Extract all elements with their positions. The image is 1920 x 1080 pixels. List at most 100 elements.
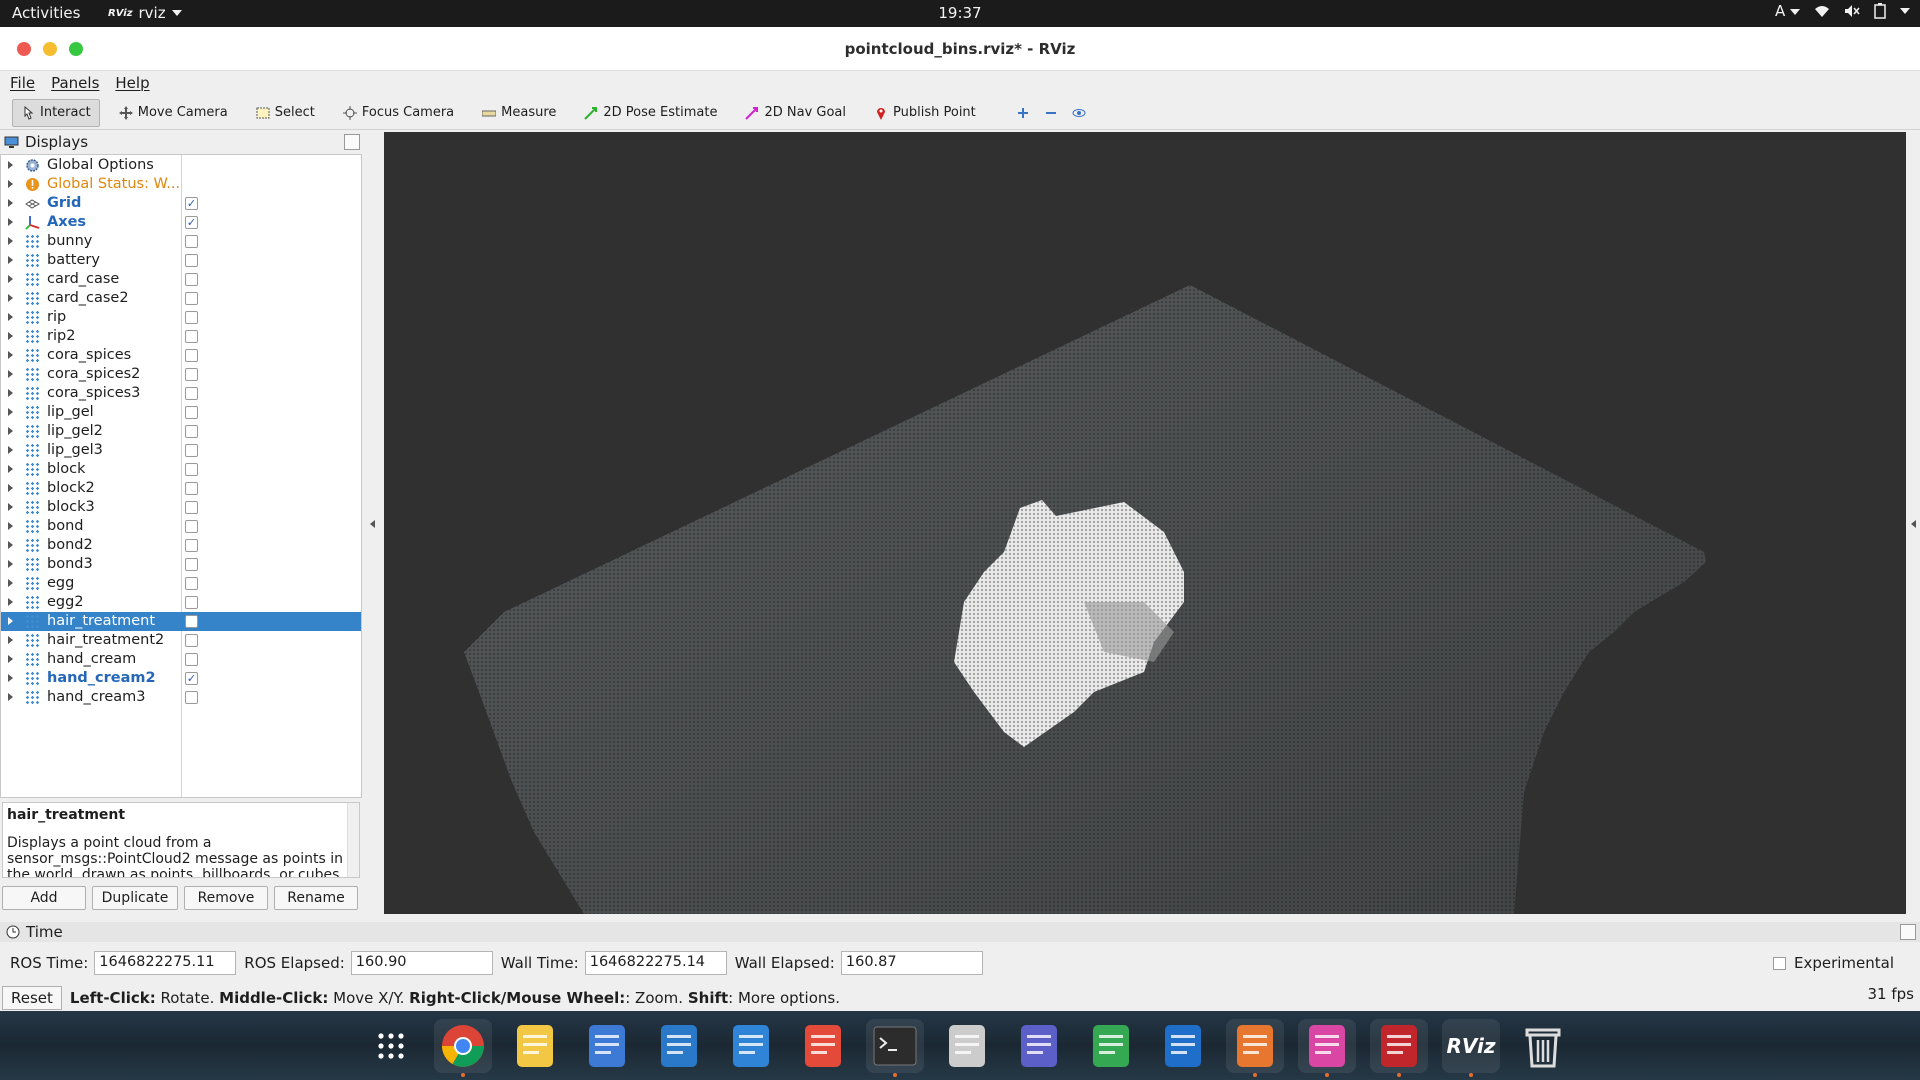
- display-item-block2[interactable]: block2: [1, 479, 361, 498]
- display-item-cora-spices2[interactable]: cora_spices2: [1, 365, 361, 384]
- expand-arrow-icon[interactable]: [8, 218, 13, 226]
- screen-recorder-icon[interactable]: [1370, 1019, 1428, 1077]
- display-enable-checkbox[interactable]: [185, 273, 198, 286]
- expand-arrow-icon[interactable]: [8, 313, 13, 321]
- measure-tool-button[interactable]: Measure: [473, 99, 565, 127]
- pose-estimate-tool-button[interactable]: 2D Pose Estimate: [575, 99, 726, 127]
- display-item-axes[interactable]: Axes ✓: [1, 213, 361, 232]
- float-panel-button[interactable]: [344, 134, 360, 150]
- display-item-card-case2[interactable]: card_case2: [1, 289, 361, 308]
- expand-arrow-icon[interactable]: [8, 636, 13, 644]
- display-enable-checkbox[interactable]: [185, 577, 198, 590]
- display-enable-checkbox[interactable]: [185, 691, 198, 704]
- display-item-global-status-w-[interactable]: Global Status: W...: [1, 175, 361, 194]
- display-item-cora-spices3[interactable]: cora_spices3: [1, 384, 361, 403]
- display-enable-checkbox[interactable]: [185, 235, 198, 248]
- reset-button[interactable]: Reset: [2, 986, 62, 1010]
- inkscape-icon[interactable]: [938, 1019, 996, 1073]
- system-tray[interactable]: A: [1775, 2, 1910, 20]
- display-item-hair-treatment[interactable]: hair_treatment: [1, 612, 361, 631]
- expand-arrow-icon[interactable]: [8, 199, 13, 207]
- clock[interactable]: 19:37: [0, 4, 1920, 22]
- display-item-bond2[interactable]: bond2: [1, 536, 361, 555]
- impress-icon[interactable]: [1226, 1019, 1284, 1077]
- expand-arrow-icon[interactable]: [8, 674, 13, 682]
- display-enable-checkbox[interactable]: [185, 463, 198, 476]
- display-enable-checkbox[interactable]: [185, 292, 198, 305]
- display-enable-checkbox[interactable]: [185, 311, 198, 324]
- display-enable-checkbox[interactable]: [185, 596, 198, 609]
- display-enable-checkbox[interactable]: [185, 634, 198, 647]
- expand-arrow-icon[interactable]: [8, 598, 13, 606]
- expand-arrow-icon[interactable]: [8, 446, 13, 454]
- display-enable-checkbox[interactable]: [185, 254, 198, 267]
- display-item-lip-gel2[interactable]: lip_gel2: [1, 422, 361, 441]
- ros-elapsed-field[interactable]: 160.90: [350, 951, 493, 975]
- tool-properties-button[interactable]: [1065, 99, 1093, 127]
- add-tool-button[interactable]: [1009, 99, 1037, 127]
- display-item-hair-treatment2[interactable]: hair_treatment2: [1, 631, 361, 650]
- expand-arrow-icon[interactable]: [8, 655, 13, 663]
- expand-arrow-icon[interactable]: [8, 541, 13, 549]
- remove-tool-button[interactable]: [1037, 99, 1065, 127]
- expand-arrow-icon[interactable]: [8, 522, 13, 530]
- remove-display-button[interactable]: Remove: [184, 886, 268, 910]
- display-item-hand-cream[interactable]: hand_cream: [1, 650, 361, 669]
- rename-display-button[interactable]: Rename: [274, 886, 358, 910]
- rhythmbox-icon[interactable]: [506, 1019, 564, 1073]
- displays-tree[interactable]: Global Options Global Status: W... Grid ✓ Ax…: [0, 154, 362, 798]
- 3d-render-view[interactable]: [384, 132, 1906, 914]
- experimental-checkbox[interactable]: [1772, 956, 1786, 970]
- display-item-bond[interactable]: bond: [1, 517, 361, 536]
- expand-arrow-icon[interactable]: [8, 693, 13, 701]
- display-item-lip-gel[interactable]: lip_gel: [1, 403, 361, 422]
- display-item-cora-spices[interactable]: cora_spices: [1, 346, 361, 365]
- trash-icon[interactable]: [1514, 1019, 1572, 1073]
- display-enable-checkbox[interactable]: [185, 330, 198, 343]
- expand-arrow-icon[interactable]: [8, 370, 13, 378]
- expand-arrow-icon[interactable]: [8, 484, 13, 492]
- duplicate-display-button[interactable]: Duplicate: [92, 886, 178, 910]
- move-camera-tool-button[interactable]: Move Camera: [110, 99, 237, 127]
- menu-file[interactable]: File: [10, 74, 35, 92]
- display-item-rip[interactable]: rip: [1, 308, 361, 327]
- show-apps-icon[interactable]: [362, 1019, 420, 1073]
- nav-goal-tool-button[interactable]: 2D Nav Goal: [736, 99, 855, 127]
- expand-arrow-icon[interactable]: [8, 408, 13, 416]
- display-item-card-case[interactable]: card_case: [1, 270, 361, 289]
- publish-point-tool-button[interactable]: Publish Point: [865, 99, 985, 127]
- display-item-hand-cream3[interactable]: hand_cream3: [1, 688, 361, 707]
- expand-arrow-icon[interactable]: [8, 275, 13, 283]
- calc-icon[interactable]: [1082, 1019, 1140, 1073]
- display-enable-checkbox[interactable]: [185, 520, 198, 533]
- display-enable-checkbox[interactable]: [185, 615, 198, 628]
- thunderbird-icon[interactable]: [1154, 1019, 1212, 1073]
- settings-app-icon[interactable]: [722, 1019, 780, 1073]
- menu-panels[interactable]: Panels: [51, 74, 99, 92]
- display-enable-checkbox[interactable]: [185, 444, 198, 457]
- display-enable-checkbox[interactable]: [185, 349, 198, 362]
- expand-arrow-icon[interactable]: [8, 332, 13, 340]
- expand-arrow-icon[interactable]: [8, 237, 13, 245]
- writer-icon[interactable]: [650, 1019, 708, 1073]
- rviz-icon[interactable]: RViz: [1442, 1019, 1500, 1077]
- teams-icon[interactable]: [1010, 1019, 1068, 1073]
- display-item-egg2[interactable]: egg2: [1, 593, 361, 612]
- display-item-battery[interactable]: battery: [1, 251, 361, 270]
- display-enable-checkbox[interactable]: [185, 558, 198, 571]
- display-enable-checkbox[interactable]: [185, 653, 198, 666]
- description-scrollbar[interactable]: [347, 803, 359, 877]
- focus-camera-tool-button[interactable]: Focus Camera: [334, 99, 463, 127]
- expand-arrow-icon[interactable]: [8, 503, 13, 511]
- input-method-indicator[interactable]: A: [1775, 2, 1800, 20]
- expand-arrow-icon[interactable]: [8, 351, 13, 359]
- collapse-left-arrow-icon[interactable]: [370, 520, 375, 528]
- display-enable-checkbox[interactable]: ✓: [185, 216, 198, 229]
- expand-arrow-icon[interactable]: [8, 161, 13, 169]
- image-viewer-icon[interactable]: [1298, 1019, 1356, 1077]
- terminal-icon[interactable]: [866, 1019, 924, 1077]
- wall-elapsed-field[interactable]: 160.87: [840, 951, 983, 975]
- expand-arrow-icon[interactable]: [8, 389, 13, 397]
- display-item-bond3[interactable]: bond3: [1, 555, 361, 574]
- display-enable-checkbox[interactable]: [185, 387, 198, 400]
